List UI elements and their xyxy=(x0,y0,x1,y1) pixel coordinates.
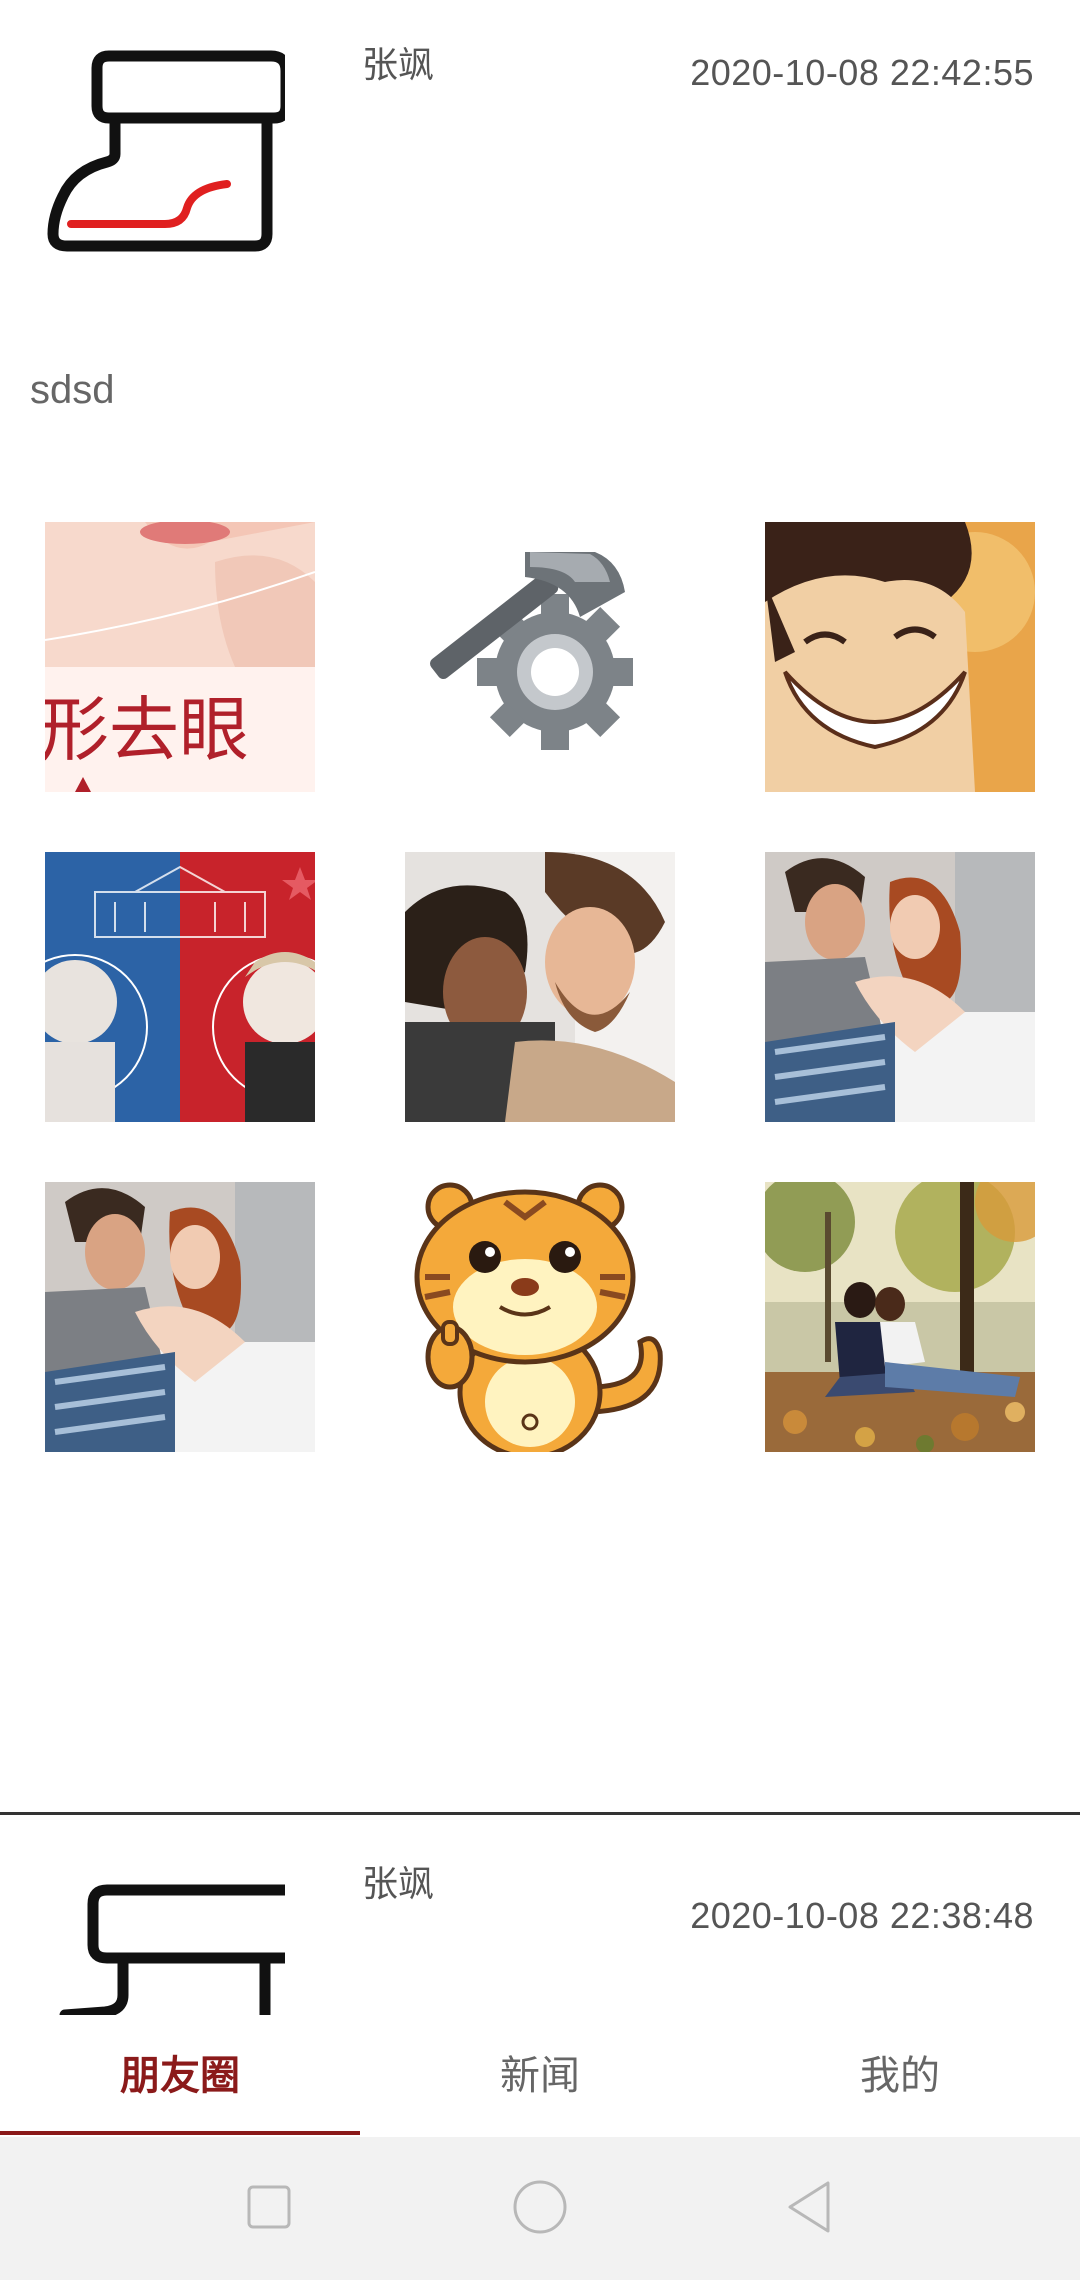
post-author[interactable]: 张飒 xyxy=(362,1855,434,1907)
ad-caption: 形去眼 xyxy=(45,689,249,771)
post-image-couple[interactable] xyxy=(405,852,675,1122)
post-image-cosmetic-ad[interactable]: 形去眼 xyxy=(45,522,315,792)
post-timestamp: 2020-10-08 22:38:48 xyxy=(690,1895,1034,1936)
system-nav-bar xyxy=(0,2137,1080,2280)
feed-post[interactable]: 张飒 2020-10-08 22:38:48 xyxy=(0,1815,1080,2015)
tab-mine[interactable]: 我的 xyxy=(720,2015,1080,2137)
post-image-hammer-gear[interactable] xyxy=(405,522,675,792)
post-image-cartoon-tiger[interactable] xyxy=(405,1182,675,1452)
chair-avatar-icon[interactable] xyxy=(45,1870,307,2015)
triangle-back-icon[interactable] xyxy=(780,2177,840,2237)
post-image-couple-embrace[interactable] xyxy=(45,1182,315,1452)
tab-news[interactable]: 新闻 xyxy=(360,2015,720,2137)
post-image-election-portraits[interactable] xyxy=(45,852,315,1122)
feed-list[interactable]: 张飒 2020-10-08 22:42:55 sdsd 形去眼 张飒 2020-… xyxy=(0,0,1080,2015)
post-image-couple-embrace[interactable] xyxy=(765,852,1035,1122)
boot-avatar-icon[interactable] xyxy=(45,38,292,278)
circle-icon[interactable] xyxy=(510,2177,570,2237)
post-image-anime-boy[interactable] xyxy=(765,522,1035,792)
post-timestamp: 2020-10-08 22:42:55 xyxy=(690,52,1034,93)
post-text: sdsd xyxy=(30,368,115,412)
square-icon[interactable] xyxy=(239,2177,299,2237)
post-author[interactable]: 张飒 xyxy=(362,36,434,88)
bottom-tab-bar: 朋友圈 新闻 我的 xyxy=(0,2015,1080,2137)
tab-moments[interactable]: 朋友圈 xyxy=(0,2015,360,2137)
feed-post[interactable]: 张飒 2020-10-08 22:42:55 sdsd 形去眼 xyxy=(0,0,1080,1812)
active-tab-indicator xyxy=(0,2131,360,2135)
post-image-couple-park[interactable] xyxy=(765,1182,1035,1452)
